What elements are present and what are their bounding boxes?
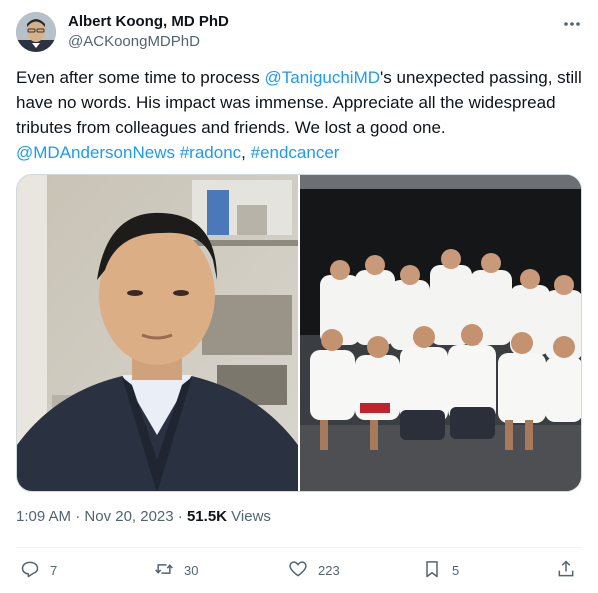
more-icon[interactable]	[560, 12, 584, 36]
bookmark-icon	[422, 559, 442, 582]
reply-icon	[20, 559, 40, 582]
tweet-date[interactable]: Nov 20, 2023	[84, 508, 173, 525]
like-count: 223	[318, 562, 340, 578]
bookmark-button[interactable]: 5	[422, 556, 459, 584]
repost-count: 30	[184, 562, 199, 578]
media-container	[16, 174, 582, 492]
tweet-text: Even after some time to process @Taniguc…	[16, 65, 582, 165]
text-comma: ,	[241, 143, 251, 162]
author-name[interactable]: Albert Koong, MD PhD	[68, 13, 229, 30]
share-icon	[556, 559, 576, 582]
hashtag-link[interactable]: #endcancer	[251, 143, 340, 162]
meta-separator: ·	[173, 508, 187, 525]
reply-button[interactable]: 7	[20, 556, 57, 584]
repost-icon	[154, 559, 174, 582]
views-label: Views	[227, 508, 271, 525]
divider	[16, 547, 582, 548]
heart-icon	[288, 559, 308, 582]
tweet: Albert Koong, MD PhD @ACKoongMDPhD Even …	[0, 0, 598, 593]
mention-link[interactable]: @MDAndersonNews	[16, 143, 175, 162]
reply-count: 7	[50, 562, 58, 578]
tweet-text-segment: Even after some time to process	[16, 68, 265, 87]
bookmark-count: 5	[452, 562, 460, 578]
author-handle[interactable]: @ACKoongMDPhD	[68, 33, 200, 50]
mention-link[interactable]: @TaniguchiMD	[265, 68, 381, 87]
group-photo[interactable]	[300, 175, 581, 491]
meta-separator: ·	[71, 508, 85, 525]
share-button[interactable]	[556, 556, 576, 584]
tweet-meta: 1:09 AM · Nov 20, 2023 · 51.5K Views	[16, 508, 271, 525]
portrait-photo[interactable]	[17, 175, 298, 491]
hashtag-link[interactable]: #radonc	[180, 143, 241, 162]
avatar[interactable]	[16, 12, 56, 52]
repost-button[interactable]: 30	[154, 556, 198, 584]
tweet-time[interactable]: 1:09 AM	[16, 508, 71, 525]
like-button[interactable]: 223	[288, 556, 340, 584]
views-count: 51.5K	[186, 508, 227, 525]
